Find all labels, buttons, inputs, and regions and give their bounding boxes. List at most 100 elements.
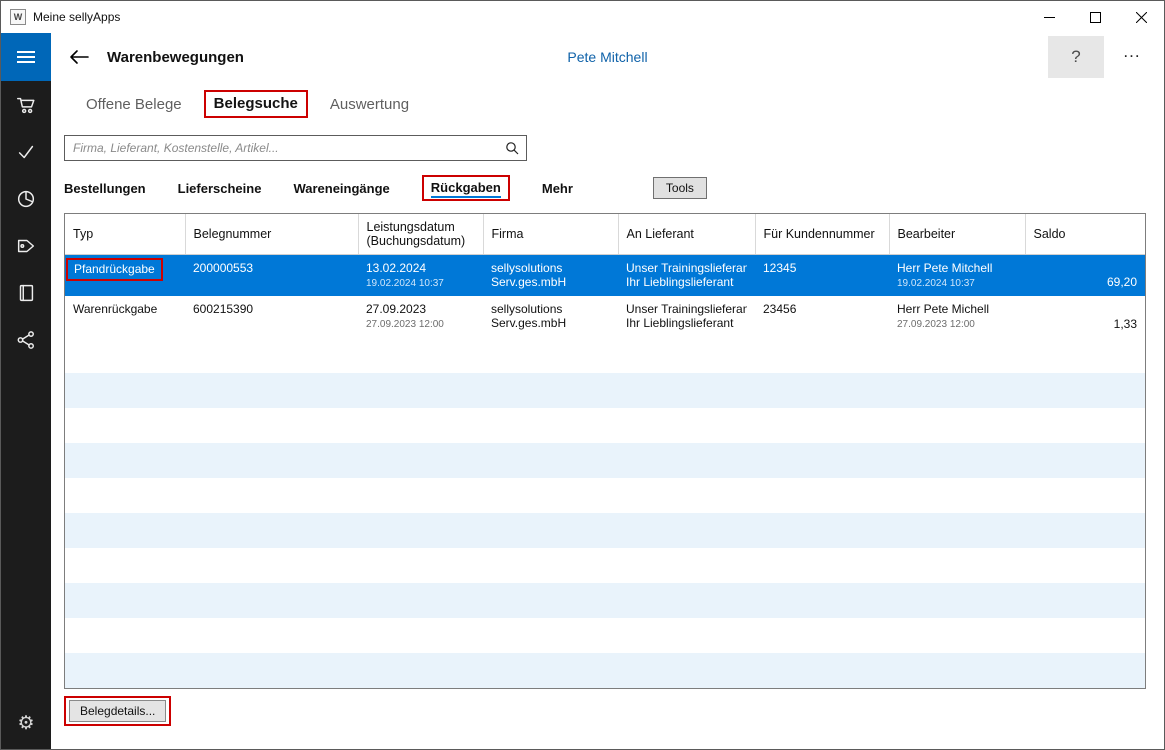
maximize-button[interactable] [1072,1,1118,33]
search-icon[interactable] [505,141,519,155]
subtab-rueckgaben[interactable]: Rückgaben [431,180,501,198]
search-row [64,135,1164,161]
results-table: Typ Belegnummer Leistungsdatum (Buchungs… [64,213,1146,689]
cell-bearbeiter-datum: 27.09.2023 12:00 [897,319,1017,330]
subtab-wareneingaenge[interactable]: Wareneingänge [293,181,389,196]
table-row-empty [65,373,1145,408]
sidebar-item-prices[interactable] [1,222,51,269]
page-header: Warenbewegungen Pete Mitchell ? ... [51,33,1164,81]
hamburger-icon [17,48,35,66]
hamburger-menu-button[interactable] [1,33,51,81]
cell-lieferant-line2: Ihr Lieblingslieferant [626,275,747,289]
cell-lieferant-line1: Unser Trainingslieferant [626,302,747,316]
cell-bearbeiter-datum: 19.02.2024 10:37 [897,278,1017,289]
table-row-empty [65,478,1145,513]
cart-icon [15,94,37,116]
column-header-belegnummer[interactable]: Belegnummer [185,214,358,254]
cell-firma-line1: sellysolutions [491,302,610,316]
table-row-empty [65,338,1145,373]
more-button[interactable]: ... [1114,36,1150,78]
gear-icon: ⚙ [17,712,34,735]
column-header-leistungsdatum[interactable]: Leistungsdatum (Buchungsdatum) [358,214,483,254]
table-row-empty [65,443,1145,478]
column-header-typ[interactable]: Typ [65,214,185,254]
cell-buchungsdatum: 19.02.2024 10:37 [366,278,475,289]
column-header-saldo[interactable]: Saldo [1025,214,1145,254]
tab-offene-belege[interactable]: Offene Belege [86,96,182,113]
pie-chart-icon [15,188,37,210]
cell-lieferant-line1: Unser Trainingslieferant [626,261,747,275]
cell-leistungsdatum: 27.09.2023 [366,302,475,316]
tab-auswertung[interactable]: Auswertung [330,96,409,113]
cell-buchungsdatum: 27.09.2023 12:00 [366,319,475,330]
subtab-bar: Bestellungen Lieferscheine Wareneingänge… [64,175,1164,201]
subtab-lieferscheine[interactable]: Lieferscheine [178,181,262,196]
table-row-empty [65,513,1145,548]
table-row-empty [65,408,1145,443]
minimize-button[interactable] [1026,1,1072,33]
cell-saldo: 1,33 [1025,296,1145,338]
annotation-box-rueckgaben: Rückgaben [422,175,510,201]
sidebar-item-cart[interactable] [1,81,51,128]
page-title: Warenbewegungen [107,49,244,66]
sidebar-item-tasks[interactable] [1,128,51,175]
annotation-box-belegdetails: Belegdetails... [64,696,171,726]
column-header-an-lieferant[interactable]: An Lieferant [618,214,755,254]
back-button[interactable] [65,43,93,71]
cell-saldo: 69,20 [1025,254,1145,296]
user-name[interactable]: Pete Mitchell [567,49,647,65]
cell-kundennummer: 23456 [763,302,881,316]
cell-belegnummer: 600215390 [193,302,350,316]
tab-bar: Offene Belege Belegsuche Auswertung [51,81,1164,127]
sidebar-item-settings[interactable]: ⚙ [1,700,51,747]
column-header-firma[interactable]: Firma [483,214,618,254]
share-network-icon [15,329,37,351]
belegdetails-button[interactable]: Belegdetails... [69,700,166,722]
search-input[interactable] [65,141,505,155]
cell-lieferant-line2: Ihr Lieblingslieferant [626,316,747,330]
window-controls [1026,1,1164,33]
tools-button[interactable]: Tools [653,177,707,199]
checkmark-icon [15,141,37,163]
table-row-empty [65,653,1145,688]
titlebar: W Meine sellyApps [1,1,1164,33]
table-row-empty [65,618,1145,653]
tab-belegsuche[interactable]: Belegsuche [214,95,298,112]
subtab-mehr[interactable]: Mehr [542,181,573,196]
window-title: Meine sellyApps [33,10,120,24]
cell-belegnummer: 200000553 [193,261,350,275]
column-header-bearbeiter[interactable]: Bearbeiter [889,214,1025,254]
cell-typ: Pfandrückgabe [74,262,155,276]
content-area: Warenbewegungen Pete Mitchell ? ... Offe… [51,33,1164,750]
table-row-empty [65,583,1145,618]
sidebar-item-catalog[interactable] [1,269,51,316]
annotation-box-belegsuche: Belegsuche [204,90,308,118]
app-window: W Meine sellyApps [0,0,1165,750]
annotation-box-pfandrueckgabe: Pfandrückgabe [66,258,163,281]
cell-bearbeiter: Herr Pete Mitchell [897,261,1017,275]
cell-typ: Warenrückgabe [73,302,157,316]
table-header-row: Typ Belegnummer Leistungsdatum (Buchungs… [65,214,1145,254]
table-row[interactable]: Pfandrückgabe 200000553 13.02.2024 19.02… [65,254,1145,296]
cell-firma-line2: Serv.ges.mbH [491,316,610,330]
cell-firma-line1: sellysolutions [491,261,610,275]
help-button[interactable]: ? [1048,36,1104,78]
search-box [64,135,527,161]
back-arrow-icon [69,49,89,65]
price-tag-icon [15,235,37,257]
table-footer: Belegdetails... [64,696,1164,726]
app-icon: W [10,9,26,25]
close-button[interactable] [1118,1,1164,33]
column-header-kundennummer[interactable]: Für Kundennummer [755,214,889,254]
cell-kundennummer: 12345 [763,261,881,275]
table-row[interactable]: Warenrückgabe 600215390 27.09.2023 27.09… [65,296,1145,338]
sidebar-item-statistics[interactable] [1,175,51,222]
book-icon [15,282,37,304]
subtab-bestellungen[interactable]: Bestellungen [64,181,146,196]
sidebar-item-share[interactable] [1,316,51,363]
table-row-empty [65,548,1145,583]
cell-firma-line2: Serv.ges.mbH [491,275,610,289]
cell-leistungsdatum: 13.02.2024 [366,261,475,275]
cell-bearbeiter: Herr Pete Michell [897,302,1017,316]
sidebar: ⚙ [1,33,51,750]
